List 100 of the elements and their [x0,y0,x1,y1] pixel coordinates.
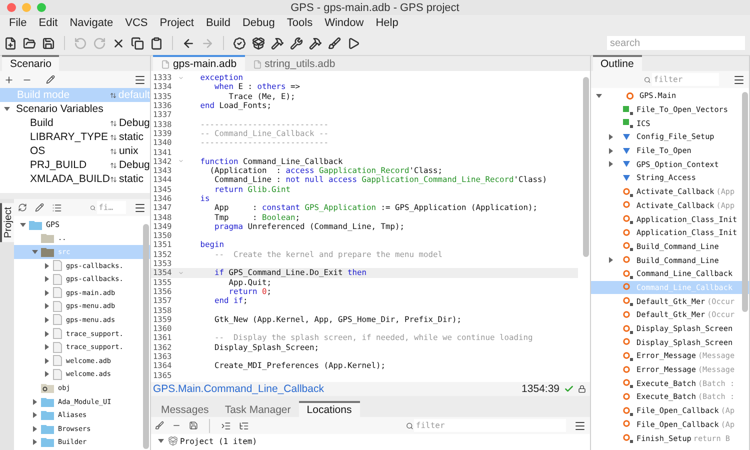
expand-arrow-icon[interactable] [44,344,50,350]
variable-value[interactable]: static [118,173,144,185]
file-icon [53,328,62,340]
expand-arrow-icon[interactable] [608,257,614,264]
search-field[interactable]: search [607,36,745,50]
check-badge-icon[interactable] [233,36,246,50]
expand-all-icon[interactable] [220,420,231,430]
menu-item[interactable]: Debug [236,17,281,29]
open-folder-icon[interactable] [23,36,36,50]
variable-value[interactable]: Debug [118,159,150,171]
menu-icon[interactable] [134,202,146,214]
hammer-icon[interactable] [309,36,322,50]
menu-item[interactable]: Navigate [64,17,120,29]
file-icon [53,355,62,366]
panel-tab[interactable]: Outline [592,55,642,71]
menu-item[interactable]: File [3,17,33,29]
tree-item-label: Project (1 item) [180,436,258,446]
hammer-icon[interactable] [271,36,284,50]
menu-item[interactable]: Window [318,17,370,29]
sort-arrows-icon[interactable] [110,120,117,126]
expand-arrow-icon[interactable] [44,276,50,282]
scroll-thumb[interactable] [742,92,748,312]
variable-name: PRJ_BUILD [30,159,88,171]
wrench-icon[interactable] [290,36,303,50]
menu-icon[interactable] [134,74,146,86]
menu-item[interactable]: Edit [32,17,64,29]
file-icon [53,314,62,326]
file-icon [53,300,62,312]
file-icon [252,60,262,68]
variable-name: Build [30,117,54,129]
refresh-icon[interactable] [18,203,27,212]
editor-tab[interactable]: gps-main.adb [152,55,245,71]
collapse-all-icon[interactable] [238,420,249,430]
expand-arrow-icon[interactable] [32,439,38,446]
list-icon[interactable] [52,202,62,212]
scroll-thumb[interactable] [582,77,589,257]
edit-icon[interactable] [35,203,44,212]
object-folder-icon [41,382,54,393]
expand-arrow-icon[interactable] [32,426,38,432]
sort-arrows-icon[interactable] [110,134,117,140]
scroll-thumb[interactable] [142,224,149,449]
paste-icon[interactable] [150,36,163,50]
expand-arrow-icon[interactable] [596,92,602,99]
variable-name: LIBRARY_TYPE [30,131,110,143]
panel-tab[interactable]: Locations [298,401,360,417]
panel-tab[interactable]: Project [0,203,14,242]
expand-arrow-icon[interactable] [44,316,50,323]
save-icon[interactable] [42,36,55,50]
run-icon[interactable] [347,36,360,50]
expand-arrow-icon[interactable] [158,438,164,444]
copy-icon[interactable] [131,36,144,50]
breadcrumb-link[interactable]: GPS.Main.Command_Line_Callback [152,383,324,395]
panel-tab[interactable]: Messages [152,401,217,417]
back-arrow-icon[interactable] [182,36,195,50]
expand-arrow-icon[interactable] [4,106,10,112]
expand-arrow-icon[interactable] [608,161,614,168]
menu-item[interactable]: Project [154,17,200,29]
folder-icon [41,246,54,257]
filter-field[interactable]: fi… [96,201,126,214]
save-icon[interactable] [188,421,198,430]
expand-arrow-icon[interactable] [32,248,38,255]
new-file-icon[interactable] [4,36,17,50]
menu-icon[interactable] [733,74,745,86]
sort-arrows-icon[interactable] [110,176,117,182]
expand-arrow-icon[interactable] [20,222,26,228]
variable-value[interactable]: Debug [118,117,150,129]
expand-arrow-icon[interactable] [44,262,50,269]
expand-arrow-icon[interactable] [608,148,614,154]
panel-tab[interactable]: Task Manager [216,401,299,417]
expand-arrow-icon[interactable] [608,134,614,140]
file-icon [53,368,62,380]
variable-name: XMLADA_BUILD [30,173,110,185]
sort-arrows-icon[interactable] [110,92,116,98]
expand-arrow-icon[interactable] [44,330,50,337]
edit-icon[interactable] [46,75,55,84]
menu-item[interactable]: Build [200,17,236,29]
expand-arrow-icon[interactable] [44,358,50,364]
variable-value[interactable]: unix [118,145,138,157]
menu-item[interactable]: Help [370,17,404,29]
expand-arrow-icon[interactable] [44,371,50,378]
sort-arrows-icon[interactable] [110,148,117,154]
expand-arrow-icon[interactable] [44,290,50,296]
menu-icon[interactable] [574,420,586,432]
panel-tab[interactable]: Scenario [2,55,60,71]
cut-icon[interactable] [112,36,125,50]
expand-arrow-icon[interactable] [44,303,50,310]
sort-arrows-icon[interactable] [110,162,117,168]
expand-arrow-icon[interactable] [32,412,38,418]
menu-item[interactable]: Tools [280,17,319,29]
expand-arrow-icon[interactable] [32,398,38,405]
add-icon[interactable] [4,74,14,84]
box-icon[interactable] [252,36,265,50]
brush-icon[interactable] [328,36,341,50]
editor-tab[interactable]: string_utils.adb [244,55,344,71]
menu-item[interactable]: VCS [119,17,154,29]
brush-icon[interactable] [154,421,164,430]
filter-field[interactable]: filter [414,419,566,432]
filter-field[interactable]: filter [652,73,719,86]
variable-value[interactable]: static [118,131,144,143]
folder-icon [41,424,54,434]
